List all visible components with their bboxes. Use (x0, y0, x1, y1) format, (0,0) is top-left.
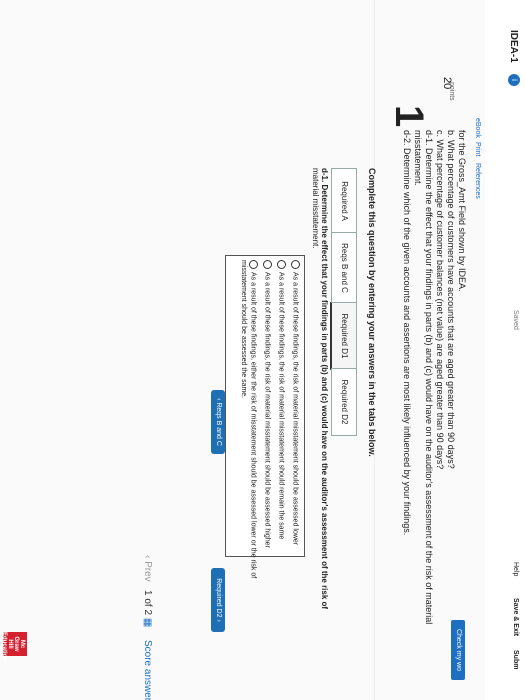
references-link[interactable]: References (474, 163, 481, 199)
mcgraw-hill-logo: Mc Graw Hill Education (1, 632, 27, 662)
option-same-label: As a result of these findings, the risk … (277, 272, 285, 540)
prev-question-label: Prev (142, 561, 153, 582)
radio-button-icon[interactable] (291, 260, 300, 269)
question-line-2: c. What percentage of customer balances … (435, 130, 445, 470)
help-link[interactable]: Help (512, 562, 519, 576)
option-same[interactable]: As a result of these findings, the risk … (277, 260, 286, 552)
prev-tab-button[interactable]: ‹ Reqs B and C (211, 390, 225, 454)
page-indicator: 1 of 2 ▦ (142, 590, 153, 627)
radio-button-icon[interactable] (277, 260, 286, 269)
page-total: 2 (142, 609, 153, 616)
option-lower-or-same-cont: misstatement should be assessed the same… (239, 260, 248, 552)
option-higher[interactable]: As a result of these findings, the risk … (263, 260, 272, 552)
tab-required-d2[interactable]: Required D2 (331, 368, 357, 436)
option-higher-label: As a result of these findings, the risk … (263, 272, 271, 548)
rotated-screen: IDEA-1 i Saved Help Save & Exit Subm 1 2… (0, 0, 525, 700)
submit-link[interactable]: Subm (512, 650, 519, 669)
page-of: of (142, 598, 153, 607)
ebook-link[interactable]: eBook (474, 118, 481, 138)
radio-button-icon[interactable] (249, 260, 258, 269)
chevron-right-icon: › (215, 617, 222, 622)
answer-options-box: As a result of these findings, the risk … (225, 255, 305, 578)
option-lower-or-same-label-cont: misstatement should be assessed the same… (240, 260, 247, 399)
tab-required-a[interactable]: Required A (331, 168, 357, 234)
prompt-line-1: d-1. Determine the effect that your find… (320, 168, 329, 610)
page-current: 1 (142, 590, 153, 596)
question-line-0: for the Gross_Amt Field shown by IDEA. (457, 130, 467, 292)
next-tab-button[interactable]: Required D2 › (211, 568, 225, 632)
print-link[interactable]: Print (474, 142, 481, 156)
option-lower-or-same-label: As a result of these findings, either th… (249, 272, 257, 579)
saved-status: Saved (512, 310, 519, 330)
prompt-line-2: material misstatement. (311, 168, 320, 249)
question-line-1: b. What percentage of customers have acc… (446, 130, 456, 469)
grid-icon[interactable]: ▦ (142, 618, 153, 627)
question-line-5: d-2. Determine which of the given accoun… (402, 130, 412, 536)
points-label: points (448, 82, 455, 101)
save-exit-link[interactable]: Save & Exit (512, 598, 519, 636)
next-tab-label: Required D2 (215, 578, 222, 618)
tab-reqs-b-and-c[interactable]: Reqs B and C (331, 232, 357, 304)
prev-question-button[interactable]: ‹ Prev (142, 555, 153, 582)
assignment-title: IDEA-1 (508, 30, 519, 63)
prev-tab-label: Reqs B and C (215, 402, 222, 446)
radio-button-icon[interactable] (263, 260, 272, 269)
option-lower-label: As a result of these findings, the risk … (291, 272, 299, 546)
score-answer-button[interactable]: Score answer › (142, 640, 153, 700)
score-answer-label: Score answer (142, 640, 153, 700)
question-number: 1 (387, 105, 431, 128)
option-lower[interactable]: As a result of these findings, the risk … (291, 260, 300, 552)
option-lower-or-same[interactable]: As a result of these findings, either th… (249, 260, 258, 578)
info-icon[interactable]: i (508, 74, 520, 86)
tab-required-d1[interactable]: Required D1 (330, 302, 357, 370)
instruction-text: Complete this question by entering your … (367, 168, 377, 457)
top-bar: IDEA-1 i Saved Help Save & Exit Subm (484, 0, 525, 700)
question-line-3: d-1. Determine the effect that your find… (424, 130, 434, 625)
check-my-work-button[interactable]: Check my wo (451, 620, 465, 680)
question-line-4: misstatement. (413, 130, 423, 187)
